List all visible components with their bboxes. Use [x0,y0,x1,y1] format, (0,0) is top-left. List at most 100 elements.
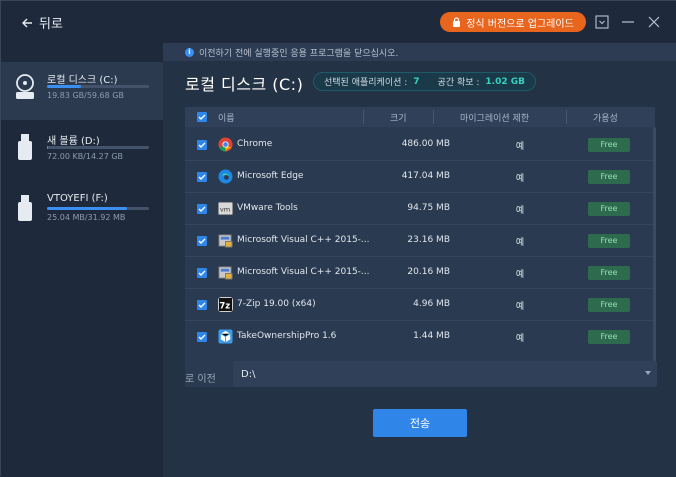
7zip-icon: 7z [218,297,233,312]
selection-summary: 선택된 애플리케이션 : 7 공간 확보 : 1.02 GB [313,72,537,91]
close-icon[interactable] [647,14,661,28]
app-name: Chrome [237,139,273,149]
lock-icon [453,17,461,27]
svg-text:vm: vm [220,205,230,213]
availability-badge: Free [588,266,630,280]
availability-badge: Free [588,138,630,152]
destination-select[interactable]: D:\ [233,361,657,387]
installer-icon [218,234,233,248]
table-scrollbar[interactable] [653,127,656,387]
column-header-name[interactable]: 이름 [218,111,235,124]
chrome-icon [218,137,233,152]
transfer-label: 전송 [409,417,431,430]
drive-size: 19.83 GB/59.68 GB [47,91,124,100]
back-label: 뒤로 [39,17,63,32]
app-size: 4.96 MB [413,299,450,309]
drive-usage-bar [47,146,149,149]
notice-bar: i 이전하기 전에 실행중인 응용 프로그램을 닫으십시오. [163,43,676,61]
drive-usage-bar [47,207,149,210]
column-header-migration[interactable]: 마이그레이션 제한 [460,111,529,124]
app-size: 20.16 MB [407,267,450,277]
app-name: TakeOwnershipPro 1.6 [237,331,337,341]
app-size: 417.04 MB [401,171,450,181]
drive-name: 로컬 디스크 (C:) [47,75,118,86]
availability-badge: Free [588,202,630,216]
app-migration: 예 [515,174,525,184]
row-checkbox[interactable] [197,204,207,214]
info-icon: i [185,47,194,57]
app-name: Microsoft Visual C++ 2015-... [237,235,370,245]
drive-size: 72.00 KB/14.27 GB [47,152,124,161]
app-size: 486.00 MB [401,139,450,149]
takeownership-icon [218,329,233,344]
row-checkbox[interactable] [197,300,207,310]
row-checkbox[interactable] [197,236,207,246]
transfer-button[interactable]: 전송 [373,409,467,437]
availability-badge: Free [588,330,630,344]
app-name: Microsoft Edge [237,171,304,181]
dropdown-menu-icon[interactable] [595,14,609,29]
app-size: 94.75 MB [407,203,450,213]
main-panel: i 이전하기 전에 실행중인 응용 프로그램을 닫으십시오. 로컬 디스크 (C… [163,43,676,477]
column-header-availability[interactable]: 가용성 [593,111,618,124]
app-migration: 예 [515,206,525,216]
app-size: 23.16 MB [407,235,450,245]
minimize-icon[interactable] [621,14,635,28]
drive-name: VTOYEFI (F:) [47,193,108,204]
drive-item-f[interactable]: VTOYEFI (F:) 25.04 MB/31.92 MB [1,184,163,242]
installer-icon [218,266,233,280]
table-row[interactable]: TakeOwnershipPro 1.6 1.44 MB 예 Free [185,321,655,353]
app-name: Microsoft Visual C++ 2015-... [237,267,370,277]
availability-badge: Free [588,234,630,248]
notice-text: 이전하기 전에 실행중인 응용 프로그램을 닫으십시오. [199,48,399,59]
app-name: 7-Zip 19.00 (x64) [237,299,316,309]
row-checkbox[interactable] [197,268,207,278]
table-row[interactable]: Microsoft Visual C++ 2015-... 23.16 MB 예… [185,225,655,257]
app-migration: 예 [515,302,525,312]
drive-size: 25.04 MB/31.92 MB [47,213,126,222]
edge-icon [218,169,233,184]
table-row[interactable]: Microsoft Visual C++ 2015-... 20.16 MB 예… [185,257,655,289]
row-checkbox[interactable] [197,140,207,150]
drive-usage-bar [47,85,149,88]
app-window: 뒤로 정식 버전으로 업그레이드 로컬 디스크 (C:) 19.83 GB/59… [0,0,676,477]
table-row[interactable]: Microsoft Edge 417.04 MB 예 Free [185,161,655,193]
chevron-down-icon [645,371,651,375]
app-migration: 예 [515,270,525,280]
drive-sidebar: 로컬 디스크 (C:) 19.83 GB/59.68 GB 새 볼륨 (D:) … [1,43,163,477]
table-row[interactable]: Chrome 486.00 MB 예 Free [185,129,655,161]
title-bar: 뒤로 정식 버전으로 업그레이드 [1,1,676,43]
selected-label: 선택된 애플리케이션 : [324,78,408,88]
svg-text:7z: 7z [219,300,230,310]
column-header-size[interactable]: 크기 [390,111,407,124]
drive-item-c[interactable]: 로컬 디스크 (C:) 19.83 GB/59.68 GB [1,62,163,120]
selected-count: 7 [413,76,420,87]
back-button[interactable]: 뒤로 [21,13,63,32]
drive-name: 새 볼륨 (D:) [47,136,100,147]
table-header: 이름 크기 마이그레이션 제한 가용성 [185,107,655,127]
destination-label: 로 이전 [185,374,216,385]
upgrade-button[interactable]: 정식 버전으로 업그레이드 [440,12,586,32]
drive-item-d[interactable]: 새 볼륨 (D:) 72.00 KB/14.27 GB [1,123,163,181]
app-migration: 예 [515,238,525,248]
availability-badge: Free [588,170,630,184]
space-value: 1.02 GB [485,76,526,87]
space-label: 공간 확보 : [437,78,480,88]
app-table: 이름 크기 마이그레이션 제한 가용성 Chrome 486.00 MB 예 F… [185,107,656,387]
arrow-left-icon [22,18,32,27]
app-migration: 예 [515,142,525,152]
usb-drive-icon [18,134,32,160]
page-title: 로컬 디스크 (C:) [185,75,304,94]
destination-value: D:\ [241,368,256,380]
hard-disk-icon [16,74,34,99]
app-size: 1.44 MB [413,331,450,341]
vmware-icon: vm [218,201,233,216]
table-row[interactable]: vm VMware Tools 94.75 MB 예 Free [185,193,655,225]
select-all-checkbox[interactable] [197,112,207,122]
table-row[interactable]: 7z 7-Zip 19.00 (x64) 4.96 MB 예 Free [185,289,655,321]
upgrade-label: 정식 버전으로 업그레이드 [466,18,574,30]
app-name: VMware Tools [237,203,298,213]
row-checkbox[interactable] [197,172,207,182]
row-checkbox[interactable] [197,332,207,342]
availability-badge: Free [588,298,630,312]
